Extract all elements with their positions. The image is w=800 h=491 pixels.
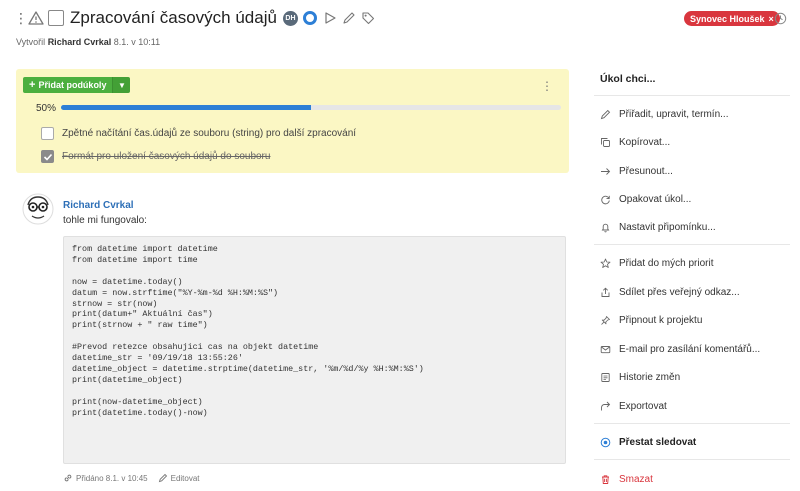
progress-bar	[61, 105, 561, 110]
subtask-checkbox[interactable]	[41, 127, 54, 140]
bell-icon	[601, 223, 610, 232]
task-complete-checkbox[interactable]	[48, 10, 64, 26]
menu-item-copy[interactable]: Kopírovat...	[600, 135, 670, 149]
created-prefix: Vytvořil	[16, 37, 46, 47]
avatar[interactable]	[22, 193, 54, 225]
menu-item-label: E-mail pro zasílání komentářů...	[619, 343, 761, 355]
created-info: Vytvořil Richard Cvrkal 8.1. v 10:11	[16, 37, 160, 47]
warning-icon[interactable]	[28, 10, 44, 26]
menu-item-label: Přestat sledovat	[619, 436, 697, 448]
copy-icon	[601, 137, 610, 147]
pin-icon	[601, 315, 610, 325]
created-date: 8.1. v 10:11	[113, 37, 161, 47]
pencil-icon	[600, 109, 611, 119]
subtask-text[interactable]: Formát pro uložení časových údajů do sou…	[62, 151, 270, 162]
menu-item-move[interactable]: Přesunout...	[600, 164, 673, 178]
progress-ring-icon[interactable]	[302, 11, 317, 25]
comment-footer: Přidáno 8.1. v 10:45 Editovat	[63, 473, 200, 483]
menu-item-label: Opakovat úkol...	[619, 193, 692, 205]
menu-item-label: Sdílet přes veřejný odkaz...	[619, 286, 740, 298]
menu-item-delete[interactable]: Smazat	[600, 472, 653, 486]
menu-item-priorities[interactable]: Přidat do mých priorit	[600, 256, 713, 270]
task-actions-menu: Úkol chci... Přiřadit, upravit, termín..…	[590, 0, 800, 491]
subtask-checkbox[interactable]	[41, 150, 54, 163]
menu-divider	[594, 95, 790, 96]
menu-item-assign-edit[interactable]: Přiřadit, upravit, termín...	[600, 107, 728, 121]
star-icon	[600, 258, 611, 268]
subtask-item[interactable]: Zpětné načítání čas.údajů ze souboru (st…	[41, 127, 356, 140]
tag-icon[interactable]	[361, 11, 375, 25]
menu-item-unfollow[interactable]: Přestat sledovat	[600, 435, 696, 449]
edit-comment-link[interactable]: Editovat	[171, 474, 200, 483]
history-icon	[601, 372, 610, 382]
export-icon	[601, 401, 611, 410]
progress-bar-fill	[61, 105, 311, 110]
menu-item-label: Historie změn	[619, 371, 681, 383]
eye-icon	[600, 437, 611, 447]
comment-author[interactable]: Richard Cvrkal	[63, 200, 134, 211]
menu-item-label: Připnout k projektu	[619, 314, 703, 326]
link-icon[interactable]	[63, 473, 73, 483]
add-subtasks-button-group: + Přidat podúkoly ▼	[23, 77, 131, 93]
menu-item-label: Nastavit připomínku...	[619, 221, 716, 233]
comment-code-block: from datetime import datetime from datet…	[63, 236, 566, 464]
menu-item-repeat[interactable]: Opakovat úkol...	[600, 192, 691, 206]
trash-icon	[602, 474, 609, 484]
user-avatar-badge[interactable]: DH	[282, 10, 298, 26]
menu-item-reminder[interactable]: Nastavit připomínku...	[600, 220, 716, 234]
task-title[interactable]: Zpracování časových údajů	[70, 8, 277, 28]
add-subtasks-button[interactable]: + Přidat podúkoly	[23, 77, 113, 93]
subtasks-more-icon[interactable]: ⋮	[541, 79, 553, 93]
comment-text: tohle mi fungovalo:	[63, 215, 147, 226]
menu-item-pin-project[interactable]: Připnout k projektu	[600, 313, 702, 327]
menu-item-label: Kopírovat...	[619, 136, 671, 148]
pencil-icon[interactable]	[158, 473, 168, 483]
menu-divider	[594, 459, 790, 460]
chevron-down-icon: ▼	[117, 80, 126, 90]
menu-item-history[interactable]: Historie změn	[600, 370, 680, 384]
subtask-text[interactable]: Zpětné načítání čas.údajů ze souboru (st…	[62, 128, 356, 139]
more-options-icon[interactable]: ⋮	[14, 11, 28, 25]
subtasks-panel: + Přidat podúkoly ▼ ⋮ 50% Zpětné načítán…	[16, 69, 569, 173]
menu-item-email-comments[interactable]: E-mail pro zasílání komentářů...	[600, 342, 760, 356]
menu-item-export[interactable]: Exportovat	[600, 399, 667, 413]
subtask-item[interactable]: Formát pro uložení časových údajů do sou…	[41, 150, 270, 163]
repeat-icon	[601, 195, 610, 204]
menu-title: Úkol chci...	[600, 73, 656, 85]
plus-icon: +	[29, 79, 36, 91]
created-author: Richard Cvrkal	[47, 37, 112, 47]
check-icon	[43, 153, 52, 161]
menu-item-label: Exportovat	[619, 400, 667, 412]
add-subtasks-label: Přidat podúkoly	[38, 80, 107, 90]
add-subtasks-dropdown[interactable]: ▼	[112, 77, 131, 93]
arrow-right-icon	[601, 167, 611, 175]
pencil-icon[interactable]	[342, 11, 356, 25]
menu-divider	[594, 244, 790, 245]
menu-item-label: Přiřadit, upravit, termín...	[619, 108, 729, 120]
share-icon	[601, 287, 610, 297]
play-icon[interactable]	[323, 11, 337, 25]
menu-item-label: Smazat	[619, 473, 653, 485]
progress-percent: 50%	[36, 103, 57, 114]
menu-divider	[594, 423, 790, 424]
menu-item-label: Přesunout...	[619, 165, 673, 177]
menu-item-label: Přidat do mých priorit	[619, 257, 714, 269]
task-title-row: ⋮ Zpracování časových údajů DH	[14, 8, 380, 28]
menu-item-share-link[interactable]: Sdílet přes veřejný odkaz...	[600, 285, 740, 299]
comment-added-date[interactable]: Přidáno 8.1. v 10:45	[76, 474, 148, 483]
mail-icon	[600, 345, 611, 353]
